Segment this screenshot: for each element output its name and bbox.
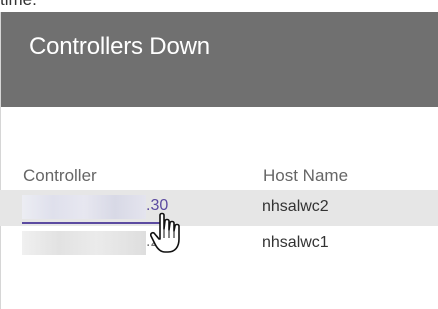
- host-name-cell: nhsalwc1: [262, 234, 329, 251]
- panel-header: Controllers Down: [1, 12, 438, 107]
- previous-text: time.: [0, 0, 37, 10]
- redacted-ip-block: [22, 195, 146, 219]
- previous-text-fragment: time.: [0, 0, 438, 12]
- controller-cell: .30: [22, 190, 222, 226]
- redacted-ip-block: [22, 231, 146, 255]
- controllers-down-panel: Controllers Down Controller Host Name: [0, 12, 438, 309]
- table-row[interactable]: .30 nhsalwc2: [0, 190, 438, 226]
- column-header-controller[interactable]: Controller: [23, 166, 97, 186]
- hand-pointer-icon: [149, 212, 190, 256]
- host-name-cell: nhsalwc2: [262, 198, 329, 215]
- table-row[interactable]: .29 nhsalwc1: [0, 226, 438, 262]
- column-header-host-name[interactable]: Host Name: [263, 166, 348, 186]
- panel-title: Controllers Down: [29, 32, 210, 60]
- controller-cell: .29: [22, 226, 222, 262]
